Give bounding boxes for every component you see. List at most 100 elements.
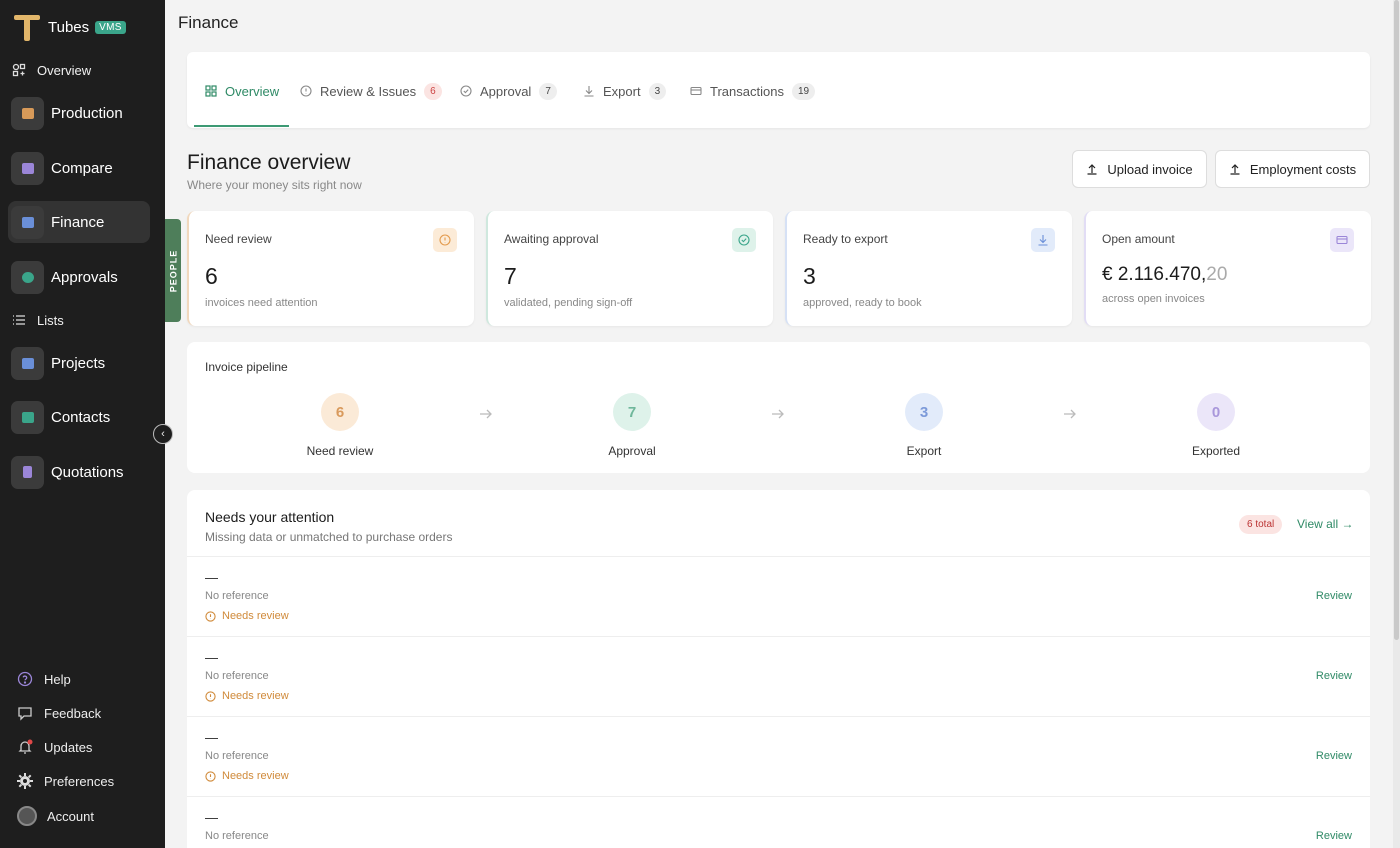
stat-desc: validated, pending sign-off bbox=[504, 297, 633, 309]
section-subtitle: Where your money sits right now bbox=[187, 178, 362, 192]
sidebar-item-label: Projects bbox=[51, 354, 106, 372]
sidebar: Tubes VMS Overview Production Compare Fi… bbox=[0, 0, 165, 848]
stat-card-ready-to-export[interactable]: Ready to export 3 approved, ready to boo… bbox=[785, 211, 1072, 326]
sidebar-item-label: Contacts bbox=[51, 408, 111, 426]
stat-label: Open amount bbox=[1102, 232, 1175, 246]
preferences-label: Preferences bbox=[44, 773, 115, 789]
button-label: Upload invoice bbox=[1107, 161, 1193, 177]
invoice-reference: No reference bbox=[205, 830, 269, 842]
sidebar-account[interactable]: Account bbox=[17, 806, 94, 826]
check-circle-icon bbox=[460, 85, 472, 97]
approvals-icon bbox=[11, 260, 44, 294]
download-icon bbox=[584, 86, 594, 97]
stat-card-need-review[interactable]: Need review 6 invoices need attention bbox=[187, 211, 474, 326]
sidebar-item-lists[interactable]: Lists bbox=[12, 310, 64, 330]
list-item[interactable]: — No reference Needs review Review bbox=[187, 716, 1370, 796]
sidebar-item-compare[interactable]: Compare bbox=[8, 147, 150, 189]
stage-name: Exported bbox=[1191, 444, 1241, 458]
scrollbar-thumb[interactable] bbox=[1394, 0, 1399, 640]
list-item[interactable]: — No reference Needs review Review bbox=[187, 556, 1370, 636]
arrow-right-icon bbox=[1064, 409, 1076, 419]
sidebar-updates[interactable]: Updates bbox=[17, 737, 92, 757]
updates-label: Updates bbox=[44, 739, 93, 755]
stage-count: 0 bbox=[1197, 393, 1235, 431]
scrollbar[interactable] bbox=[1393, 0, 1400, 848]
stage-name: Export bbox=[906, 444, 942, 458]
quotations-icon bbox=[11, 455, 44, 489]
button-label: Employment costs bbox=[1249, 161, 1357, 177]
tab-transactions[interactable]: Transactions 19 bbox=[690, 82, 816, 100]
invoice-name: — bbox=[205, 730, 218, 745]
pipeline-stage[interactable]: 3 Export bbox=[864, 393, 984, 458]
upload-icon bbox=[1087, 164, 1097, 175]
stat-card-awaiting-approval[interactable]: Awaiting approval 7 validated, pending s… bbox=[486, 211, 773, 326]
invoice-pipeline: Invoice pipeline 6 Need review 7 Approva… bbox=[187, 342, 1370, 473]
tab-approval[interactable]: Approval 7 bbox=[460, 82, 557, 100]
people-tab[interactable]: PEOPLE bbox=[165, 219, 181, 322]
stat-value: € 2.116.470,20 bbox=[1102, 264, 1227, 286]
tab-review-issues[interactable]: Review & Issues 6 bbox=[300, 82, 442, 100]
stat-desc: approved, ready to book bbox=[803, 297, 922, 309]
tab-overview[interactable]: Overview bbox=[205, 82, 279, 100]
tubes-logo-icon bbox=[14, 13, 40, 41]
grid-icon bbox=[205, 85, 217, 97]
tab-label: Approval bbox=[480, 83, 532, 99]
pipeline-title: Invoice pipeline bbox=[205, 360, 288, 374]
sidebar-feedback[interactable]: Feedback bbox=[17, 703, 101, 723]
stat-desc: invoices need attention bbox=[205, 297, 318, 309]
alert-circle-icon bbox=[300, 85, 312, 97]
sidebar-item-contacts[interactable]: Contacts bbox=[8, 396, 150, 438]
upload-invoice-button[interactable]: Upload invoice bbox=[1072, 150, 1207, 188]
sidebar-item-label: Production bbox=[51, 104, 123, 122]
review-link[interactable]: Review bbox=[1316, 670, 1352, 682]
brand[interactable]: Tubes VMS bbox=[14, 12, 126, 42]
stat-label: Ready to export bbox=[803, 232, 888, 246]
stat-label: Awaiting approval bbox=[504, 232, 599, 246]
pipeline-stage[interactable]: 0 Exported bbox=[1156, 393, 1276, 458]
list-item[interactable]: — No reference Review bbox=[187, 796, 1370, 848]
section-title: Finance overview bbox=[187, 151, 351, 174]
sidebar-collapse-button[interactable]: ‹ bbox=[153, 424, 173, 444]
review-link[interactable]: Review bbox=[1316, 590, 1352, 602]
list-item[interactable]: — No reference Needs review Review bbox=[187, 636, 1370, 716]
view-all-link[interactable]: View all → bbox=[1297, 517, 1353, 531]
compare-icon bbox=[11, 151, 44, 185]
pipeline-stage[interactable]: 6 Need review bbox=[280, 393, 400, 458]
alert-circle-icon bbox=[205, 690, 216, 702]
active-tab-indicator bbox=[194, 125, 289, 127]
download-icon bbox=[1031, 228, 1055, 252]
sidebar-item-approvals[interactable]: Approvals bbox=[8, 256, 150, 298]
alert-circle-icon bbox=[205, 770, 216, 782]
sidebar-help[interactable]: Help bbox=[17, 669, 71, 689]
people-tab-label: PEOPLE bbox=[168, 249, 179, 292]
chevron-left-icon: ‹ bbox=[161, 428, 165, 440]
stage-name: Approval bbox=[608, 444, 656, 458]
list-icon bbox=[13, 315, 25, 325]
review-link[interactable]: Review bbox=[1316, 750, 1352, 762]
stat-value: 3 bbox=[803, 263, 816, 289]
brand-name: Tubes bbox=[48, 18, 90, 36]
sidebar-item-overview[interactable]: Overview bbox=[12, 60, 91, 80]
account-label: Account bbox=[47, 808, 94, 824]
tab-count: 7 bbox=[539, 82, 557, 100]
employment-costs-button[interactable]: Employment costs bbox=[1215, 150, 1370, 188]
pipeline-stage[interactable]: 7 Approval bbox=[572, 393, 692, 458]
tab-export[interactable]: Export 3 bbox=[583, 82, 667, 100]
alert-circle-icon bbox=[205, 610, 216, 622]
sidebar-item-quotations[interactable]: Quotations bbox=[8, 451, 150, 493]
stat-card-open-amount[interactable]: Open amount € 2.116.470,20 across open i… bbox=[1084, 211, 1371, 326]
sidebar-preferences[interactable]: Preferences bbox=[17, 771, 114, 791]
sidebar-item-projects[interactable]: Projects bbox=[8, 342, 150, 384]
help-icon bbox=[17, 671, 33, 687]
upload-icon bbox=[1230, 164, 1240, 175]
panel-title: Needs your attention bbox=[205, 509, 335, 525]
stage-count: 7 bbox=[613, 393, 651, 431]
status-badge: Needs review bbox=[205, 610, 289, 622]
tab-count: 6 bbox=[424, 82, 442, 100]
sidebar-item-production[interactable]: Production bbox=[8, 92, 150, 134]
stage-name: Need review bbox=[306, 444, 374, 458]
review-link[interactable]: Review bbox=[1316, 830, 1352, 842]
gear-icon bbox=[17, 773, 33, 789]
sidebar-item-finance[interactable]: Finance bbox=[8, 201, 150, 243]
tab-count: 19 bbox=[791, 82, 816, 100]
